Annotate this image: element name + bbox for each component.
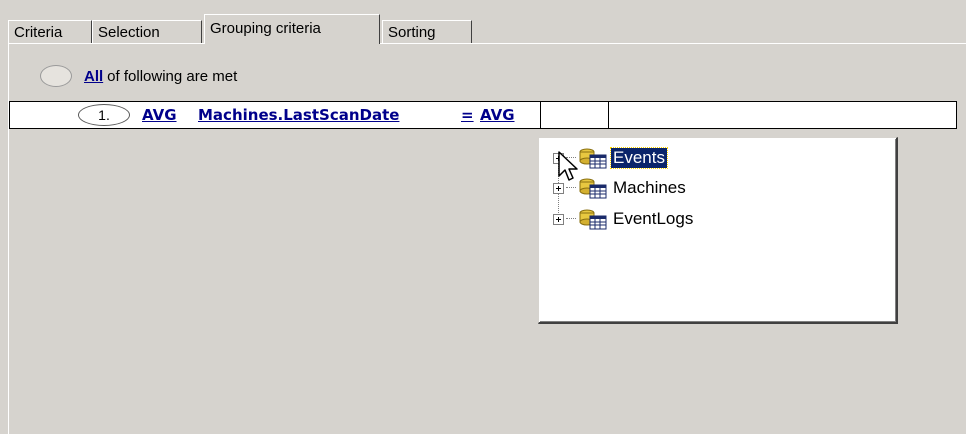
tab-grouping-criteria[interactable]: Grouping criteria — [204, 14, 380, 44]
tree-item-machines[interactable]: Machines — [553, 177, 688, 199]
table-icon — [579, 148, 607, 169]
condition-number[interactable]: 1. — [78, 104, 130, 126]
group-quantifier-link[interactable]: All — [84, 68, 103, 85]
tree-connector — [566, 218, 576, 220]
tree-connector — [566, 187, 576, 189]
tab-criteria[interactable]: Criteria — [8, 20, 92, 43]
expand-icon[interactable] — [553, 152, 564, 164]
right-aggregate-link[interactable]: AVG — [480, 105, 515, 125]
group-description: of following are met — [107, 67, 238, 85]
expand-icon[interactable] — [553, 182, 564, 194]
group-header: All of following are met — [40, 64, 237, 88]
tab-strip: Criteria Selection Grouping criteria Sor… — [0, 0, 966, 45]
criteria-editor: Criteria Selection Grouping criteria Sor… — [0, 0, 966, 434]
value-input[interactable] — [540, 102, 609, 128]
tree-item-label: Events — [610, 147, 668, 169]
condition-row[interactable]: 1. AVG Machines.LastScanDate = AVG — [9, 101, 957, 129]
tree-item-eventlogs[interactable]: EventLogs — [553, 208, 695, 230]
field-link[interactable]: Machines.LastScanDate — [198, 105, 399, 125]
tab-selection[interactable]: Selection — [92, 20, 202, 43]
active-tab-gap — [205, 43, 379, 45]
tree-item-label: EventLogs — [613, 209, 694, 228]
table-icon — [579, 178, 607, 199]
group-toggle-circle[interactable] — [40, 65, 72, 87]
table-tree-popup[interactable]: Events Machines EventLogs — [538, 137, 898, 324]
operator-link[interactable]: = — [461, 105, 474, 125]
expand-icon[interactable] — [553, 213, 564, 225]
tree-item-events[interactable]: Events — [553, 147, 668, 169]
tab-sorting[interactable]: Sorting — [382, 20, 472, 43]
table-icon — [579, 209, 607, 230]
left-aggregate-link[interactable]: AVG — [142, 105, 177, 125]
tree-item-label: Machines — [613, 178, 686, 197]
tree-connector — [566, 157, 576, 159]
